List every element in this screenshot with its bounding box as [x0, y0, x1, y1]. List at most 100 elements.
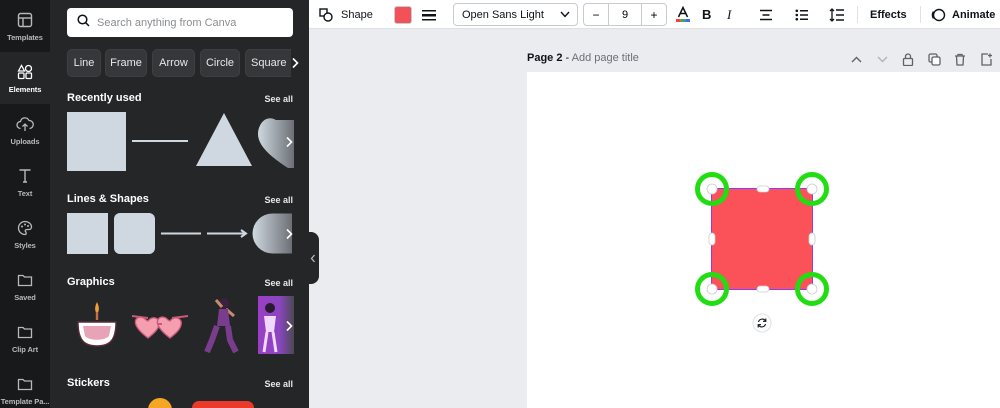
square-shape-thumbnail[interactable] — [67, 213, 108, 254]
see-all-lines-shapes[interactable]: See all — [264, 195, 293, 205]
candle-bowl-graphic[interactable] — [74, 300, 120, 348]
border-style-button[interactable] — [421, 0, 437, 29]
rail-item-styles[interactable]: Styles — [0, 208, 50, 260]
elements-panel: Line Frame Arrow Circle Square Recently … — [50, 0, 309, 408]
line-shape-thumbnail[interactable] — [160, 213, 202, 254]
recently-used-next-button[interactable] — [279, 132, 299, 152]
folder-icon — [16, 271, 34, 289]
resize-handle-left[interactable] — [708, 232, 716, 246]
cloud-upload-icon — [16, 115, 34, 133]
resize-handle-bottom-right[interactable] — [806, 283, 818, 295]
see-all-recently-used[interactable]: See all — [264, 94, 293, 104]
triangle-shape-thumbnail[interactable] — [195, 112, 253, 167]
line-shape-thumbnail[interactable] — [132, 112, 188, 171]
shape-label: Shape — [341, 8, 373, 21]
trash-icon — [955, 53, 965, 66]
shape-button[interactable]: Shape — [319, 0, 373, 29]
selected-shape-group[interactable] — [690, 172, 836, 336]
add-page-title-link[interactable]: Add page title — [572, 52, 639, 64]
graphics-next-button[interactable] — [279, 316, 299, 336]
resize-handle-top-left[interactable] — [706, 183, 718, 195]
chip-frame[interactable]: Frame — [105, 49, 147, 77]
bulleted-list-button[interactable] — [795, 0, 809, 29]
dancing-woman-graphic[interactable] — [200, 296, 244, 354]
rail-label: Styles — [14, 240, 36, 250]
rail-item-template-pack[interactable]: Template Pa... — [0, 364, 50, 408]
fill-color-button[interactable] — [394, 0, 412, 29]
resize-handle-right[interactable] — [808, 232, 816, 246]
animate-button[interactable]: Animate — [930, 0, 995, 29]
page-name: Page 2 — [527, 52, 563, 64]
chevron-down-icon — [560, 11, 570, 18]
decrease-font-size-button[interactable]: − — [584, 4, 608, 25]
toolbar-divider — [920, 6, 921, 23]
effects-button[interactable]: Effects — [870, 0, 907, 29]
rail-label: Template Pa... — [0, 396, 50, 406]
move-page-down-button[interactable] — [873, 50, 891, 68]
chip-line[interactable]: Line — [67, 49, 101, 77]
basketball-sticker[interactable] — [148, 398, 172, 408]
section-title-stickers: Stickers — [67, 377, 110, 389]
red-sticker[interactable] — [192, 401, 254, 408]
see-all-stickers[interactable]: See all — [264, 379, 293, 389]
lines-shapes-next-button[interactable] — [279, 224, 299, 244]
rail-item-text[interactable]: Text — [0, 156, 50, 208]
palette-icon — [16, 219, 34, 237]
page-title: Page 2 - Add page title — [527, 52, 639, 64]
section-title-lines-shapes: Lines & Shapes — [67, 193, 149, 205]
chevron-right-icon — [292, 57, 299, 69]
chips-next-button[interactable] — [286, 49, 304, 77]
square-shape-thumbnail[interactable] — [67, 112, 126, 171]
delete-page-button[interactable] — [951, 50, 969, 68]
spacing-button[interactable] — [829, 0, 845, 29]
rail-item-clip-art[interactable]: Clip Art — [0, 312, 50, 364]
chip-square[interactable]: Square — [245, 49, 291, 77]
chip-circle[interactable]: Circle — [200, 49, 240, 77]
templates-icon — [16, 11, 34, 29]
chevron-up-icon — [851, 56, 861, 62]
fill-color-swatch — [394, 5, 412, 24]
line-spacing-icon — [829, 7, 844, 22]
top-toolbar: Shape Open Sans Light − 9 + B I Effects … — [309, 0, 1000, 29]
chip-arrow[interactable]: Arrow — [152, 49, 195, 77]
chevron-down-icon — [877, 56, 887, 62]
font-size-stepper[interactable]: − 9 + — [583, 3, 667, 26]
add-page-icon — [980, 52, 992, 66]
rotate-handle[interactable] — [752, 313, 772, 333]
increase-font-size-button[interactable]: + — [642, 4, 666, 25]
duplicate-page-button[interactable] — [925, 50, 943, 68]
resize-handle-top-right[interactable] — [806, 183, 818, 195]
collapse-panel-button[interactable] — [307, 232, 319, 284]
arrow-shape-thumbnail[interactable] — [206, 213, 248, 254]
rail-item-templates[interactable]: Templates — [0, 0, 50, 52]
align-center-button[interactable] — [759, 0, 773, 29]
chevron-right-icon — [286, 136, 293, 148]
bold-button[interactable]: B — [702, 0, 711, 29]
resize-handle-top[interactable] — [756, 185, 770, 193]
lock-page-button[interactable] — [899, 50, 917, 68]
font-family-select[interactable]: Open Sans Light — [453, 3, 578, 26]
chevron-left-icon — [310, 254, 315, 262]
rail-item-saved[interactable]: Saved — [0, 260, 50, 312]
see-all-graphics[interactable]: See all — [264, 278, 293, 288]
search-box[interactable] — [67, 8, 293, 37]
animate-label: Animate — [952, 8, 996, 21]
rail-item-uploads[interactable]: Uploads — [0, 104, 50, 156]
section-title-graphics: Graphics — [67, 276, 115, 288]
rail-item-elements[interactable]: Elements — [0, 52, 50, 104]
resize-handle-bottom-left[interactable] — [706, 283, 718, 295]
search-input[interactable] — [97, 16, 277, 29]
text-color-button[interactable] — [675, 0, 691, 29]
move-page-up-button[interactable] — [847, 50, 865, 68]
italic-button[interactable]: I — [727, 0, 731, 29]
rounded-square-shape-thumbnail[interactable] — [114, 213, 155, 254]
heart-sunglasses-graphic[interactable] — [130, 310, 190, 342]
folder-icon — [16, 375, 34, 393]
chevron-right-icon — [286, 320, 293, 332]
font-size-value[interactable]: 9 — [608, 4, 642, 25]
chevron-right-icon — [286, 228, 293, 240]
red-square-shape[interactable] — [712, 189, 812, 289]
rail-label: Saved — [14, 292, 36, 302]
add-page-button[interactable] — [977, 50, 995, 68]
resize-handle-bottom[interactable] — [756, 285, 770, 293]
